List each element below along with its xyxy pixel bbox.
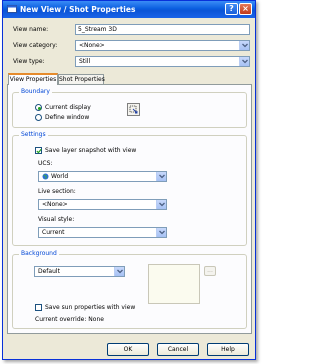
ucs-label: UCS: (38, 160, 53, 167)
current-display-radio[interactable] (35, 104, 42, 111)
background-value: Default (38, 268, 60, 275)
save-layer-snapshot-label: Save layer snapshot with view (45, 147, 137, 154)
visual-style-dropdown[interactable]: Current (38, 227, 167, 238)
help-icon[interactable]: ? (225, 3, 238, 15)
close-icon[interactable]: × (239, 3, 252, 15)
view-category-value: <None> (79, 42, 105, 49)
define-window-radio[interactable] (35, 114, 42, 121)
dialog-icon (7, 5, 17, 13)
ok-button[interactable]: OK (107, 343, 149, 356)
ucs-dropdown[interactable]: World (38, 171, 167, 182)
live-section-label: Live section: (38, 188, 76, 195)
help-button[interactable]: Help (207, 343, 249, 356)
settings-title: Settings (19, 131, 48, 139)
chevron-down-icon[interactable] (114, 267, 124, 276)
define-window-label: Define window (45, 114, 90, 121)
visual-style-label: Visual style: (38, 216, 75, 223)
view-type-dropdown[interactable]: Still (75, 56, 250, 67)
chevron-down-icon[interactable] (239, 41, 249, 50)
window-title: New View / Shot Properties (20, 5, 136, 14)
cancel-button[interactable]: Cancel (157, 343, 199, 356)
world-globe-icon (42, 173, 49, 180)
live-section-dropdown[interactable]: <None> (38, 199, 167, 210)
background-browse-button[interactable]: ... (204, 266, 216, 276)
new-view-dialog: New View / Shot Properties ? × View name… (2, 0, 256, 360)
ucs-value: World (51, 173, 69, 180)
window-select-icon[interactable] (127, 103, 140, 116)
view-category-label: View category: (13, 42, 58, 49)
title-bar[interactable]: New View / Shot Properties ? × (3, 1, 255, 18)
boundary-title: Boundary (19, 88, 52, 96)
view-category-dropdown[interactable]: <None> (75, 40, 250, 51)
visual-style-value: Current (42, 229, 65, 236)
chevron-down-icon[interactable] (156, 228, 166, 237)
current-display-label: Current display (45, 104, 91, 111)
view-name-label: View name: (13, 26, 49, 33)
chevron-down-icon[interactable] (156, 200, 166, 209)
radio-selected-dot (37, 106, 41, 110)
view-name-input[interactable]: 5_Stream 3D (75, 24, 250, 35)
background-preview (148, 264, 200, 304)
chevron-down-icon[interactable] (239, 57, 249, 66)
checkmark-icon (36, 148, 42, 154)
background-dropdown[interactable]: Default (34, 266, 125, 277)
view-type-value: Still (79, 58, 91, 65)
save-layer-snapshot-checkbox[interactable] (35, 147, 42, 154)
background-title: Background (19, 250, 59, 258)
save-sun-properties-label: Save sun properties with view (45, 304, 136, 311)
save-sun-properties-checkbox[interactable] (35, 304, 42, 311)
tab-view-properties[interactable]: View Properties (8, 73, 58, 85)
chevron-down-icon[interactable] (156, 172, 166, 181)
current-override-text: Current override: None (35, 316, 104, 323)
live-section-value: <None> (42, 201, 68, 208)
view-type-label: View type: (13, 58, 45, 65)
